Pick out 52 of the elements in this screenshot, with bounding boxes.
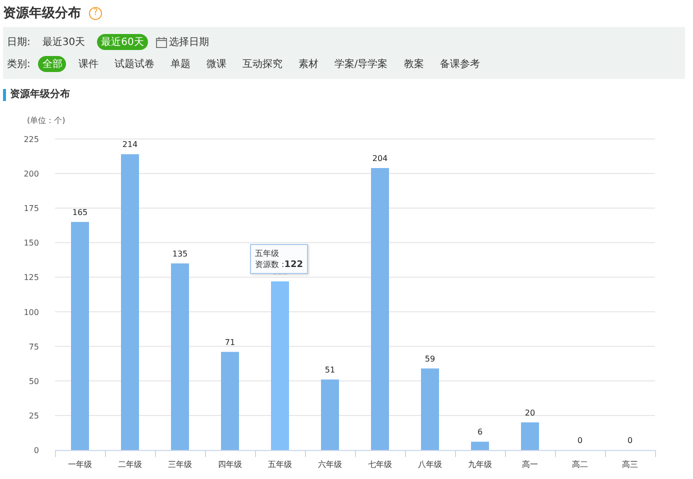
axis-category-label: 六年级 [318, 460, 342, 469]
date-picker[interactable]: 选择日期 [156, 35, 209, 49]
filter-option[interactable]: 互动探究 [238, 56, 286, 72]
calendar-icon [156, 36, 167, 48]
data-label: 20 [524, 408, 536, 418]
tooltip-title: 五年级 [255, 248, 280, 260]
filter-label: 日期: [7, 36, 30, 49]
axis-category-label: 七年级 [368, 460, 392, 469]
axis-category-label: 一年级 [68, 460, 92, 469]
data-label: 204 [372, 154, 388, 164]
filter-option[interactable]: 学案/导学案 [330, 56, 392, 72]
filter-option[interactable]: 备课参考 [436, 56, 484, 72]
unit-label: (单位：个) [26, 115, 66, 127]
filter-option[interactable]: 教案 [400, 56, 428, 72]
data-label: 51 [324, 366, 336, 374]
filter-option[interactable]: 试题试卷 [110, 56, 158, 72]
axis-category-label: 五年级 [268, 460, 292, 469]
data-label: 71 [224, 338, 236, 347]
axis-category-label: 高二 [572, 460, 588, 469]
axis-tick-label: 25 [28, 411, 39, 420]
axis-category-label: 二年级 [118, 460, 142, 469]
filter-label: 类别: [7, 58, 30, 71]
data-label: 6 [477, 428, 483, 437]
axis-category-label: 三年级 [168, 460, 192, 469]
data-label: 165 [72, 208, 88, 217]
data-label: 214 [122, 140, 138, 150]
axis-category-label: 四年级 [218, 460, 242, 469]
axis-tick-label: 125 [24, 273, 39, 282]
filter-option[interactable]: 课件 [74, 56, 102, 72]
axis-tick-label: 50 [28, 376, 39, 386]
axis-tick-label: 100 [24, 308, 39, 317]
section-title: 资源年级分布 [3, 89, 685, 101]
page-title: 资源年级分布 [3, 5, 81, 22]
axis-category-label: 高一 [522, 460, 538, 469]
tooltip-value: 资源数 :122 [255, 259, 304, 270]
filter-option[interactable]: 微课 [202, 56, 230, 72]
axis-tick-label: 75 [28, 342, 39, 352]
axis-category-label: 高三 [622, 460, 638, 469]
data-label: 0 [577, 436, 583, 445]
filter-option[interactable]: 单题 [166, 56, 194, 72]
axis-tick-label: 150 [24, 238, 39, 248]
axis-tick-label: 225 [24, 135, 39, 144]
data-label: 135 [172, 249, 188, 258]
data-label: 59 [424, 354, 436, 364]
axis-category-label: 八年级 [418, 460, 442, 469]
axis-tick-label: 200 [24, 170, 39, 179]
axis-tick-label: 175 [24, 204, 39, 214]
axis-category-label: 九年级 [468, 460, 492, 469]
filter-option[interactable]: 素材 [294, 56, 322, 72]
axis-tick-label: 0 [34, 446, 39, 455]
filter-option[interactable]: 最近30天 [38, 34, 90, 50]
data-label: 0 [627, 436, 633, 445]
